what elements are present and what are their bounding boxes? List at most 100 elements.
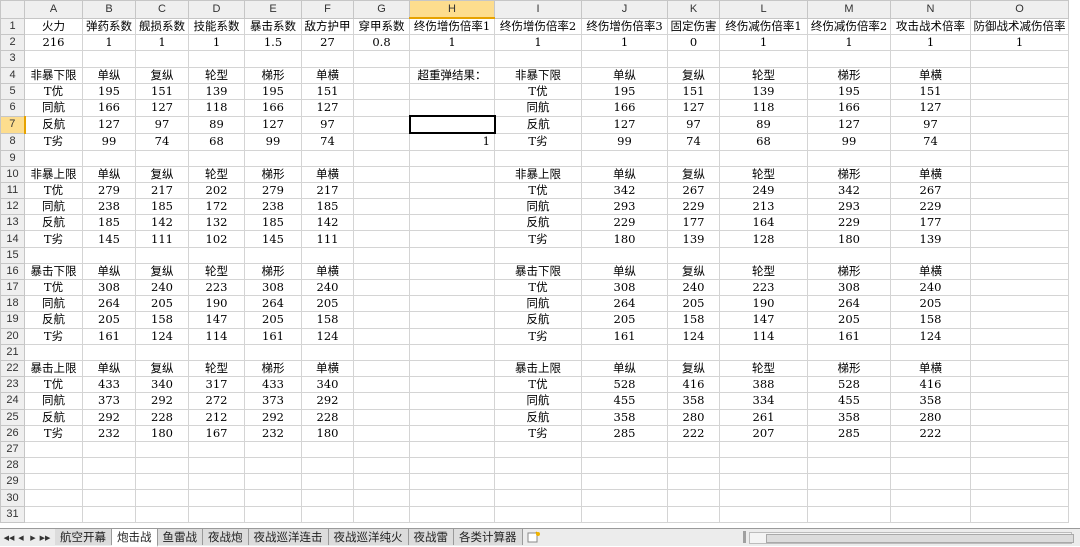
cell[interactable]: 同航 bbox=[495, 99, 582, 116]
cell[interactable]: 151 bbox=[668, 83, 720, 99]
cell[interactable]: 293 bbox=[808, 199, 891, 215]
cell[interactable] bbox=[245, 506, 302, 522]
cell[interactable]: 反航 bbox=[25, 215, 83, 231]
cell[interactable]: 158 bbox=[302, 312, 354, 328]
cell[interactable]: 139 bbox=[189, 83, 245, 99]
cell[interactable] bbox=[354, 247, 410, 263]
cell[interactable] bbox=[808, 441, 891, 457]
cell[interactable]: 1 bbox=[136, 35, 189, 51]
cell[interactable]: 轮型 bbox=[720, 360, 808, 376]
cell[interactable] bbox=[971, 441, 1069, 457]
cell[interactable]: 梯形 bbox=[245, 67, 302, 83]
cell[interactable]: T优 bbox=[495, 377, 582, 393]
cell[interactable] bbox=[410, 51, 495, 67]
cell[interactable]: 轮型 bbox=[189, 67, 245, 83]
cell[interactable] bbox=[354, 360, 410, 376]
row-header[interactable]: 25 bbox=[1, 409, 25, 425]
cell[interactable]: 复纵 bbox=[136, 67, 189, 83]
cell[interactable]: T优 bbox=[25, 377, 83, 393]
cell[interactable] bbox=[495, 474, 582, 490]
cell[interactable]: 74 bbox=[302, 133, 354, 150]
sheet-tab[interactable]: 夜战巡洋纯火 bbox=[329, 529, 409, 545]
cell[interactable]: 99 bbox=[83, 133, 136, 150]
cell[interactable]: 223 bbox=[189, 280, 245, 296]
cell[interactable] bbox=[410, 441, 495, 457]
cell[interactable] bbox=[189, 474, 245, 490]
cell[interactable]: 复纵 bbox=[668, 263, 720, 279]
row-header[interactable]: 15 bbox=[1, 247, 25, 263]
cell[interactable]: 97 bbox=[136, 116, 189, 133]
cell[interactable] bbox=[354, 166, 410, 182]
cell[interactable] bbox=[582, 247, 668, 263]
cell[interactable]: 166 bbox=[83, 99, 136, 116]
cell[interactable]: 74 bbox=[891, 133, 971, 150]
cell[interactable]: 反航 bbox=[25, 116, 83, 133]
cell[interactable] bbox=[245, 441, 302, 457]
cell[interactable]: 穿甲系数 bbox=[354, 18, 410, 35]
cell[interactable]: 111 bbox=[136, 231, 189, 247]
cell[interactable]: 同航 bbox=[25, 393, 83, 409]
cell[interactable] bbox=[136, 51, 189, 67]
cell[interactable]: 205 bbox=[83, 312, 136, 328]
cell[interactable]: 单纵 bbox=[83, 360, 136, 376]
cell[interactable] bbox=[891, 247, 971, 263]
cell[interactable]: 264 bbox=[582, 296, 668, 312]
cell[interactable] bbox=[354, 409, 410, 425]
cell[interactable] bbox=[971, 425, 1069, 441]
cell[interactable]: 非暴下限 bbox=[495, 67, 582, 83]
cell[interactable] bbox=[302, 490, 354, 506]
cell[interactable]: 轮型 bbox=[189, 263, 245, 279]
cell[interactable]: 暴击下限 bbox=[495, 263, 582, 279]
cell[interactable] bbox=[410, 182, 495, 198]
cell[interactable]: 180 bbox=[136, 425, 189, 441]
cell[interactable]: 139 bbox=[891, 231, 971, 247]
cell[interactable]: 240 bbox=[891, 280, 971, 296]
cell[interactable]: 火力 bbox=[25, 18, 83, 35]
cell[interactable]: 单横 bbox=[302, 67, 354, 83]
column-header[interactable]: K bbox=[668, 1, 720, 19]
cell[interactable] bbox=[971, 506, 1069, 522]
cell[interactable] bbox=[410, 458, 495, 474]
cell[interactable] bbox=[971, 51, 1069, 67]
row-header[interactable]: 12 bbox=[1, 199, 25, 215]
cell[interactable]: 232 bbox=[83, 425, 136, 441]
cell[interactable] bbox=[25, 458, 83, 474]
cell[interactable]: 308 bbox=[808, 280, 891, 296]
cell[interactable] bbox=[136, 490, 189, 506]
cell[interactable] bbox=[720, 344, 808, 360]
cell[interactable] bbox=[668, 344, 720, 360]
cell[interactable]: 238 bbox=[83, 199, 136, 215]
cell[interactable]: 207 bbox=[720, 425, 808, 441]
cell[interactable] bbox=[136, 506, 189, 522]
cell[interactable] bbox=[971, 458, 1069, 474]
cell[interactable] bbox=[136, 344, 189, 360]
cell[interactable]: 反航 bbox=[25, 312, 83, 328]
cell[interactable] bbox=[971, 263, 1069, 279]
cell[interactable]: 99 bbox=[582, 133, 668, 150]
cell[interactable] bbox=[891, 458, 971, 474]
cell[interactable] bbox=[354, 116, 410, 133]
cell[interactable] bbox=[354, 215, 410, 231]
row-header[interactable]: 3 bbox=[1, 51, 25, 67]
cell[interactable]: 复纵 bbox=[668, 166, 720, 182]
cell[interactable] bbox=[410, 296, 495, 312]
cell[interactable] bbox=[808, 474, 891, 490]
cell[interactable] bbox=[410, 344, 495, 360]
cell[interactable]: 308 bbox=[582, 280, 668, 296]
cell[interactable]: 340 bbox=[136, 377, 189, 393]
cell[interactable]: 358 bbox=[582, 409, 668, 425]
cell[interactable]: 暴击系数 bbox=[245, 18, 302, 35]
cell[interactable] bbox=[495, 441, 582, 457]
cell[interactable]: 267 bbox=[891, 182, 971, 198]
cell[interactable] bbox=[136, 247, 189, 263]
cell[interactable]: 139 bbox=[668, 231, 720, 247]
cell[interactable] bbox=[189, 150, 245, 166]
cell[interactable]: 195 bbox=[808, 83, 891, 99]
sheet-tab[interactable]: 夜战雷 bbox=[409, 529, 455, 545]
cell[interactable]: 222 bbox=[891, 425, 971, 441]
cell[interactable]: 124 bbox=[302, 328, 354, 344]
column-header[interactable]: F bbox=[302, 1, 354, 19]
cell[interactable]: 终伤增伤倍率2 bbox=[495, 18, 582, 35]
cell[interactable]: 梯形 bbox=[245, 360, 302, 376]
cell[interactable]: 261 bbox=[720, 409, 808, 425]
